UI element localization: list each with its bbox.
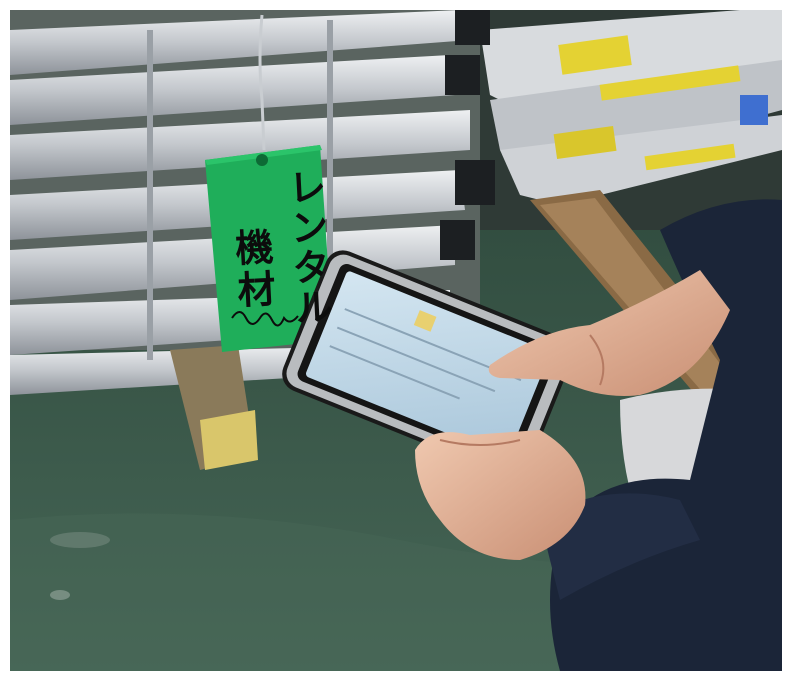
scaffold-stack-right xyxy=(470,10,782,230)
photo-scene xyxy=(0,0,793,681)
tag-text-equipment: 機材 xyxy=(227,226,277,313)
